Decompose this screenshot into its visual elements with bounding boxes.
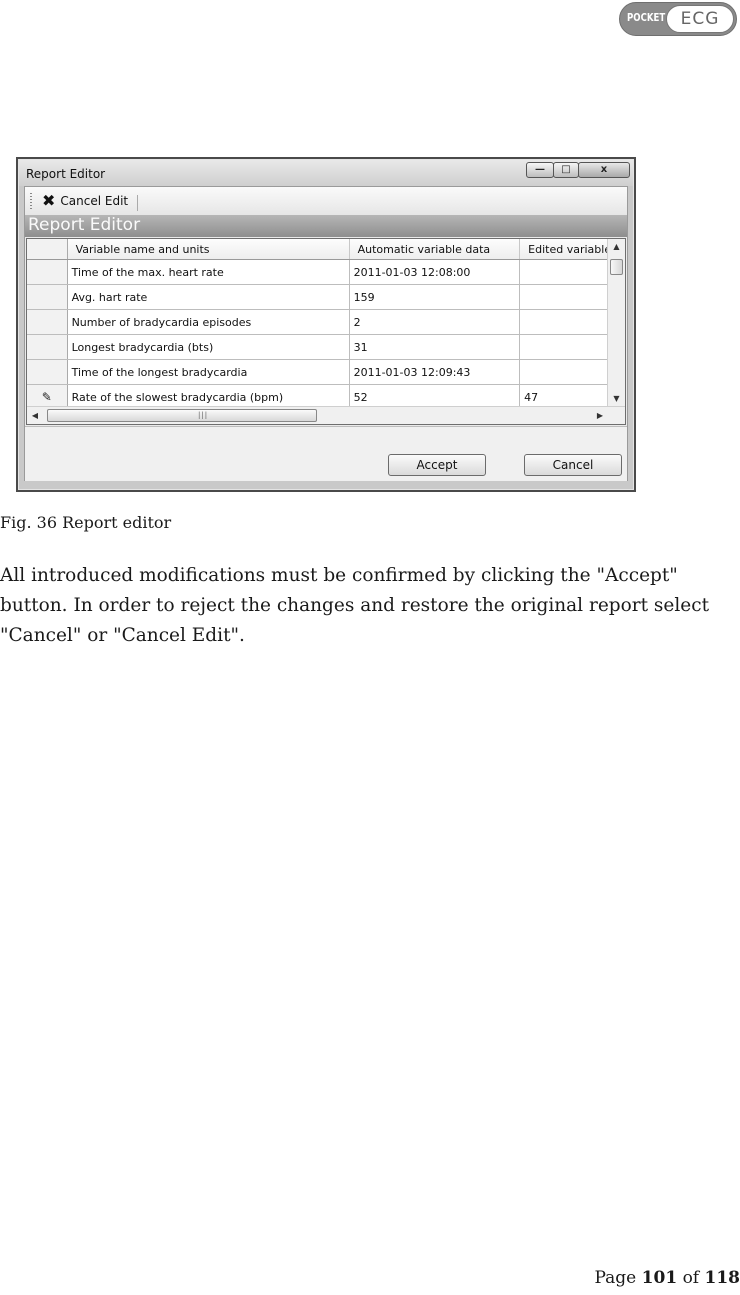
toolbar-grip[interactable] <box>30 193 32 209</box>
cancel-edit-label: Cancel Edit <box>60 194 129 208</box>
variables-grid: Variable name and units Automatic variab… <box>26 238 626 425</box>
pocket-ecg-logo: POCKET ECG <box>619 2 737 36</box>
footer-of: of <box>682 1268 700 1288</box>
table-row[interactable]: Time of the max. heart rate 2011-01-03 1… <box>27 259 625 285</box>
report-editor-header: Report Editor <box>25 215 627 237</box>
scroll-grip-icon: ||| <box>198 411 209 419</box>
horizontal-scroll-thumb[interactable]: ||| <box>47 409 317 422</box>
automatic-data-cell[interactable]: 2011-01-03 12:09:43 <box>349 359 521 385</box>
row-header[interactable] <box>27 309 68 335</box>
logo-ecg-badge: ECG <box>666 5 734 33</box>
scroll-right-arrow-icon[interactable]: ▶ <box>592 407 608 424</box>
table-row[interactable]: Longest bradycardia (bts) 31 <box>27 334 625 360</box>
row-header[interactable] <box>27 259 68 285</box>
automatic-data-cell[interactable]: 159 <box>349 284 521 310</box>
vertical-scrollbar[interactable]: ▲ ▼ <box>607 239 625 407</box>
row-header[interactable] <box>27 334 68 360</box>
table-row[interactable]: Number of bradycardia episodes 2 <box>27 309 625 335</box>
variable-name-cell[interactable]: Avg. hart rate <box>67 284 350 310</box>
window-frame: Report Editor — □ x ✖ Cancel Edit Report… <box>18 159 634 490</box>
column-header-variable[interactable]: Variable name and units <box>67 239 350 260</box>
cancel-button[interactable]: Cancel <box>524 454 622 476</box>
automatic-data-cell[interactable]: 31 <box>349 334 521 360</box>
variable-name-cell[interactable]: Longest bradycardia (bts) <box>67 334 350 360</box>
logo-ecg-text: ECG <box>680 9 720 29</box>
window-titlebar[interactable]: Report Editor — □ x <box>19 160 633 186</box>
total-page-number: 118 <box>704 1268 740 1288</box>
logo-pocket-text: POCKET <box>627 11 666 24</box>
cancel-edit-button[interactable]: ✖ Cancel Edit <box>38 191 132 211</box>
minimize-icon: — <box>535 164 545 175</box>
row-header[interactable] <box>27 284 68 310</box>
toolbar: ✖ Cancel Edit <box>25 187 627 215</box>
grid-header-row: Variable name and units Automatic variab… <box>27 239 625 260</box>
footer-prefix: Page <box>594 1268 637 1288</box>
variable-name-cell[interactable]: Time of the longest bradycardia <box>67 359 350 385</box>
toolbar-separator <box>137 195 138 211</box>
maximize-button[interactable]: □ <box>553 162 579 178</box>
cancel-x-icon: ✖ <box>42 191 56 210</box>
window-client-area: ✖ Cancel Edit Report Editor Variable nam… <box>24 186 628 481</box>
current-page-number: 101 <box>641 1268 678 1288</box>
report-editor-heading: Report Editor <box>28 215 141 235</box>
minimize-button[interactable]: — <box>526 162 554 178</box>
dialog-button-bar: Accept Cancel <box>25 426 627 481</box>
automatic-data-cell[interactable]: 2 <box>349 309 521 335</box>
page-footer: Page 101 of 118 <box>594 1268 740 1288</box>
horizontal-scrollbar[interactable]: ◀ ||| ▶ <box>27 406 625 424</box>
close-button[interactable]: x <box>578 162 630 178</box>
scroll-down-arrow-icon[interactable]: ▼ <box>608 391 625 407</box>
variable-name-cell[interactable]: Time of the max. heart rate <box>67 259 350 285</box>
column-header-automatic[interactable]: Automatic variable data <box>349 239 521 260</box>
scroll-left-arrow-icon[interactable]: ◀ <box>27 407 43 424</box>
row-header[interactable] <box>27 359 68 385</box>
automatic-data-cell[interactable]: 2011-01-03 12:08:00 <box>349 259 521 285</box>
variable-name-cell[interactable]: Number of bradycardia episodes <box>67 309 350 335</box>
table-row[interactable]: Time of the longest bradycardia 2011-01-… <box>27 359 625 385</box>
body-paragraph: All introduced modifications must be con… <box>0 565 710 646</box>
accept-button[interactable]: Accept <box>388 454 486 476</box>
figure-caption: Fig. 36 Report editor <box>0 513 172 532</box>
report-editor-window: Report Editor — □ x ✖ Cancel Edit Report… <box>16 157 636 492</box>
table-row[interactable]: Avg. hart rate 159 <box>27 284 625 310</box>
row-header-corner[interactable] <box>27 239 68 260</box>
maximize-icon: □ <box>561 164 571 175</box>
scroll-up-arrow-icon[interactable]: ▲ <box>608 239 625 255</box>
variables-table: Variable name and units Automatic variab… <box>27 239 625 421</box>
vertical-scroll-thumb[interactable] <box>610 259 623 275</box>
window-title: Report Editor <box>26 167 106 181</box>
close-icon: x <box>600 164 608 175</box>
